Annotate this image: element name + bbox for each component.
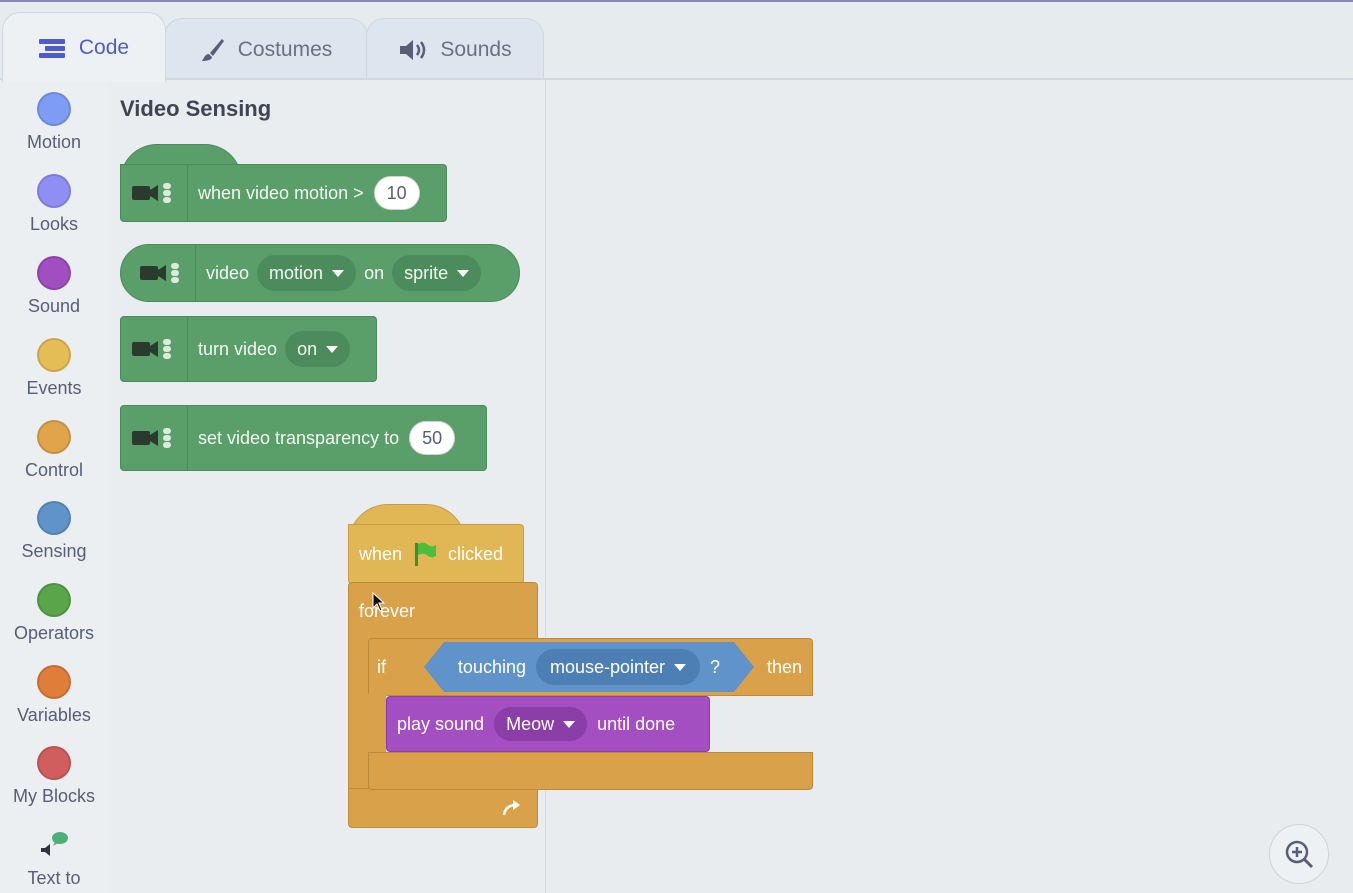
block-text: ? — [710, 656, 721, 677]
category-sensing[interactable]: Sensing — [0, 501, 108, 562]
category-label: Variables — [17, 705, 91, 725]
dropdown-arrow-icon — [326, 345, 339, 353]
category-variables[interactable]: Variables — [0, 665, 108, 726]
category-operators[interactable]: Operators — [0, 583, 108, 644]
block-text: clicked — [448, 543, 504, 564]
block-text: turn video — [198, 338, 278, 359]
sensing-dot-icon — [37, 501, 71, 535]
touching-target-dropdown[interactable]: mouse-pointer — [536, 649, 700, 685]
control-dot-icon — [37, 420, 71, 454]
block-text: then — [766, 656, 802, 677]
category-my-blocks[interactable]: My Blocks — [0, 746, 108, 807]
block-text: if — [377, 656, 386, 677]
category-label: Motion — [26, 132, 82, 152]
block-when-flag-clicked[interactable]: when clicked — [348, 524, 524, 584]
palette-title: Video Sensing — [120, 96, 272, 121]
sprite-dropdown[interactable]: sprite — [392, 255, 482, 291]
sound-dot-icon — [37, 256, 71, 290]
motion-dropdown[interactable]: motion — [257, 255, 357, 291]
dropdown-value: on — [297, 338, 318, 359]
tab-costumes-label: Costumes — [237, 37, 333, 61]
my-blocks-dot-icon — [37, 746, 71, 780]
speaker-icon — [398, 38, 428, 62]
tab-sounds-label: Sounds — [440, 37, 512, 61]
category-label: Looks — [29, 214, 79, 234]
tab-sounds[interactable]: Sounds — [366, 18, 544, 80]
motion-dot-icon — [37, 92, 71, 126]
block-text: when video motion > — [198, 182, 364, 203]
category-sound[interactable]: Sound — [0, 256, 108, 317]
category-label: Events — [26, 378, 82, 398]
block-text: forever — [359, 600, 416, 621]
zoom-in-icon — [1282, 837, 1316, 871]
category-motion[interactable]: Motion — [0, 92, 108, 153]
tab-code[interactable]: Code — [2, 12, 166, 82]
block-text: when — [359, 543, 403, 564]
block-when-video-motion[interactable]: when video motion > 10 — [120, 164, 447, 222]
block-text: video — [206, 262, 250, 283]
events-dot-icon — [37, 338, 71, 372]
video-camera-icon — [121, 165, 188, 221]
block-text: set video transparency to — [198, 427, 400, 448]
operators-dot-icon — [37, 583, 71, 617]
block-text: play sound — [397, 713, 485, 734]
category-label: Sound — [27, 296, 81, 316]
code-icon — [38, 38, 67, 58]
dropdown-value: sprite — [404, 262, 449, 283]
block-turn-video[interactable]: turn video on — [120, 316, 377, 382]
video-state-dropdown[interactable]: on — [285, 331, 351, 367]
category-label: Sensing — [21, 541, 87, 561]
video-camera-icon — [121, 406, 188, 470]
category-looks[interactable]: Looks — [0, 174, 108, 235]
zoom-in-button[interactable] — [1269, 824, 1329, 884]
if-arm — [368, 694, 386, 754]
block-text: until done — [597, 713, 676, 734]
dropdown-value: Meow — [506, 713, 555, 734]
transparency-input[interactable]: 50 — [409, 421, 456, 455]
dropdown-arrow-icon — [457, 269, 470, 277]
dropdown-value: motion — [269, 262, 324, 283]
block-touching[interactable]: touching mouse-pointer ? — [424, 642, 754, 692]
if-bottom — [368, 752, 813, 790]
tab-code-label: Code — [78, 35, 130, 59]
category-label: Operators — [13, 623, 95, 643]
dropdown-arrow-icon — [674, 664, 686, 671]
brush-icon — [200, 37, 226, 63]
category-menu: Motion Looks Sound Events Control Sensin… — [0, 80, 109, 893]
forever-bottom — [348, 788, 538, 828]
green-flag-icon — [412, 541, 438, 567]
category-label: Control — [24, 460, 84, 480]
tab-costumes[interactable]: Costumes — [164, 18, 368, 80]
category-events[interactable]: Events — [0, 338, 108, 399]
category-text-to-speech[interactable]: Text to — [0, 828, 108, 889]
category-label: My Blocks — [12, 786, 95, 806]
category-label: Text to — [27, 868, 81, 888]
motion-threshold-input[interactable]: 10 — [373, 176, 420, 210]
category-control[interactable]: Control — [0, 420, 108, 481]
forever-arm — [348, 638, 369, 790]
block-text: on — [364, 262, 385, 283]
dropdown-arrow-icon — [332, 269, 345, 277]
block-text: touching — [457, 656, 526, 677]
loop-arrow-icon — [501, 798, 523, 818]
video-camera-icon — [121, 245, 196, 301]
block-video-motion-on[interactable]: video motion on sprite — [120, 244, 520, 302]
dropdown-value: mouse-pointer — [549, 656, 666, 677]
dropdown-arrow-icon — [563, 720, 576, 728]
sound-dropdown[interactable]: Meow — [494, 707, 588, 741]
looks-dot-icon — [37, 174, 71, 208]
variables-dot-icon — [37, 665, 71, 699]
block-play-sound-until-done[interactable]: play sound Meow until done — [386, 696, 710, 752]
block-set-video-transparency[interactable]: set video transparency to 50 — [120, 405, 487, 471]
top-border — [0, 0, 1353, 2]
text-to-speech-icon — [0, 828, 108, 862]
editor-tabs: Code Costumes Sounds — [0, 10, 1353, 82]
video-camera-icon — [121, 317, 188, 381]
mouse-cursor-icon — [372, 591, 386, 617]
